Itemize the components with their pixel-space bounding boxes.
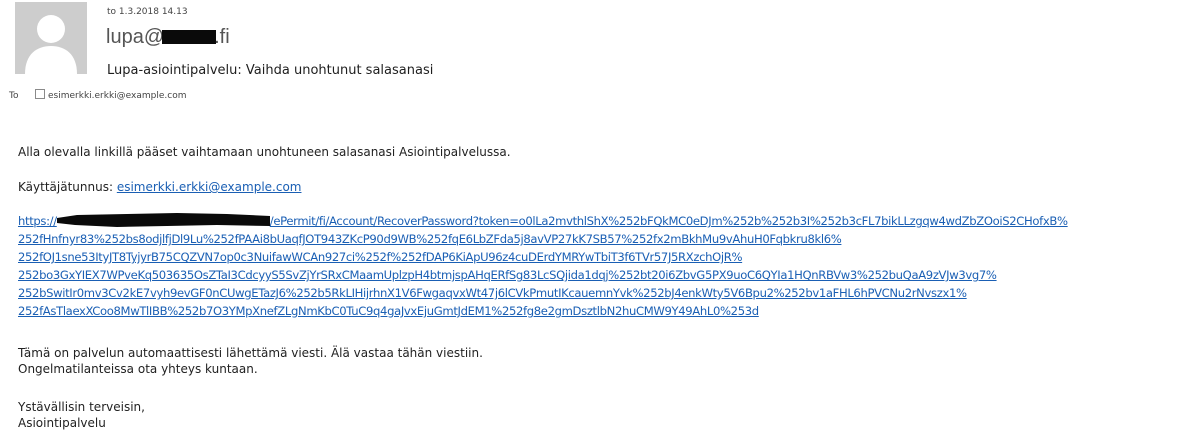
- reset-link-scheme: https://: [18, 214, 57, 228]
- person-placeholder-icon: [15, 2, 87, 74]
- username-line: Käyttäjätunnus: esimerkki.erkki@example.…: [18, 179, 301, 195]
- contact-notice: Ongelmatilanteissa ota yhteys kuntaan.: [18, 362, 258, 376]
- reset-password-link[interactable]: https:// /ePermit/fi/Account/RecoverPassw…: [18, 212, 1068, 320]
- reset-link-line-3[interactable]: 252fOJ1sne53ItyJT8TyjyrB75CQZVN7op0c3Nui…: [18, 248, 1068, 266]
- signature: Asiointipalvelu: [18, 416, 106, 430]
- username-label: Käyttäjätunnus:: [18, 180, 117, 194]
- email-subject: Lupa-asiointipalvelu: Vaihda unohtunut s…: [107, 63, 434, 78]
- sender-address-suffix: .fi: [214, 26, 230, 48]
- reset-link-line-4[interactable]: 252bo3GxYIEX7WPveKq503635OsZTaI3CdcyyS5S…: [18, 266, 1068, 284]
- sender-address[interactable]: lupa@ .fi: [106, 25, 230, 49]
- reset-link-line-6[interactable]: 252fAsTlaexXCoo8MwTlIBB%252b7O3YMpXnefZL…: [18, 302, 1068, 320]
- recipient-address[interactable]: esimerkki.erkki@example.com: [48, 91, 187, 101]
- sender-avatar: [15, 2, 87, 74]
- to-label: To: [9, 91, 19, 101]
- auto-message-notice: Tämä on palvelun automaattisesti lähettä…: [18, 346, 483, 360]
- reset-link-line-1[interactable]: https:// /ePermit/fi/Account/RecoverPassw…: [18, 212, 1068, 230]
- username-email-link[interactable]: esimerkki.erkki@example.com: [117, 180, 302, 194]
- sender-domain-redaction: [162, 30, 217, 44]
- recipient-checkbox[interactable]: [35, 89, 45, 99]
- reset-link-line-2[interactable]: 252fHnfnyr83%252bs8odjlfjDl9Lu%252fPAAi8…: [18, 230, 1068, 248]
- recipient-line: To esimerkki.erkki@example.com: [9, 89, 187, 102]
- intro-paragraph: Alla olevalla linkillä pääset vaihtamaan…: [18, 145, 511, 159]
- sender-address-prefix: lupa@: [106, 26, 165, 48]
- closing-greeting: Ystävällisin terveisin,: [18, 400, 145, 414]
- link-host-redaction: [56, 213, 270, 227]
- sent-date: to 1.3.2018 14.13: [107, 7, 188, 17]
- reset-link-path: /ePermit/fi/Account/RecoverPassword?toke…: [269, 214, 1068, 228]
- reset-link-line-5[interactable]: 252bSwitIr0mv3Cv2kE7vyh9evGF0nCUwgETazJ6…: [18, 284, 1068, 302]
